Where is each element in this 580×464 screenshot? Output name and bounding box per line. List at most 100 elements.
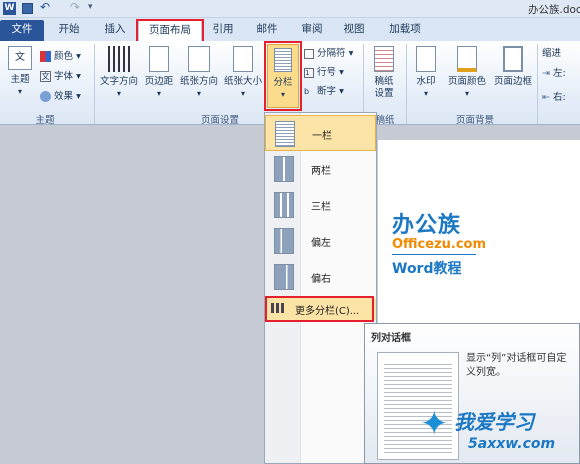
- effects-icon: [40, 91, 51, 102]
- hyphenation-button[interactable]: b 断字 ▾: [304, 85, 344, 99]
- effects-button[interactable]: 效果 ▾: [40, 90, 81, 104]
- menu-item-right[interactable]: 偏右: [265, 259, 376, 295]
- tab-mailings[interactable]: 邮件: [250, 20, 284, 41]
- orientation-button[interactable]: 纸张方向 ▾: [177, 46, 221, 100]
- brand-subtitle: Word教程: [392, 261, 462, 277]
- fonts-button[interactable]: 文 字体 ▾: [40, 70, 81, 84]
- tab-file[interactable]: 文件: [0, 20, 44, 41]
- colors-dropdown-icon: ▾: [73, 51, 81, 62]
- orientation-label: 纸张方向: [179, 76, 218, 87]
- size-label: 纸张大小: [223, 76, 262, 87]
- watermark-text: 我爱学习: [454, 410, 534, 434]
- menu-item-two-columns[interactable]: 两栏: [265, 151, 376, 187]
- save-icon[interactable]: [22, 3, 33, 14]
- watermark-button[interactable]: 水印 ▾: [410, 46, 442, 100]
- tab-review[interactable]: 审阅: [295, 20, 329, 41]
- colors-button[interactable]: 颜色 ▾: [40, 50, 81, 64]
- fonts-dropdown-icon: ▾: [73, 71, 81, 82]
- themes-dropdown-icon: ▾: [17, 87, 22, 96]
- colors-label: 颜色: [54, 51, 74, 62]
- size-button[interactable]: 纸张大小 ▾: [221, 46, 265, 100]
- page-background-group-label: 页面背景: [455, 115, 494, 126]
- menu-item-one-column[interactable]: 一栏: [265, 115, 376, 151]
- line-numbers-dropdown-icon: ▾: [336, 67, 344, 78]
- theme-group-label: 主题: [35, 115, 55, 126]
- colors-icon: [40, 51, 51, 62]
- indent-label: 缩进: [542, 48, 562, 59]
- indent-right-icon: ⇤: [542, 92, 550, 103]
- group-separator: [94, 44, 95, 124]
- text-direction-icon: [108, 46, 130, 72]
- menu-item-label: 三栏: [311, 202, 331, 213]
- indent-right-label: 右:: [553, 92, 566, 103]
- right-column-icon: [274, 264, 294, 290]
- margins-icon: [149, 46, 169, 72]
- window-title: 办公族.doc: [528, 4, 580, 16]
- orientation-dropdown-icon: ▾: [196, 89, 201, 98]
- text-direction-label: 文字方向: [99, 76, 138, 87]
- menu-item-three-columns[interactable]: 三栏: [265, 187, 376, 223]
- indent-left-icon: ⇥: [542, 68, 550, 79]
- brand-divider: [392, 254, 476, 255]
- effects-dropdown-icon: ▾: [73, 91, 81, 102]
- margins-dropdown-icon: ▾: [156, 89, 161, 98]
- tab-addins[interactable]: 加载项: [381, 20, 429, 41]
- indent-left[interactable]: ⇥ 左:: [542, 67, 566, 81]
- title-bar: W ↶ ↷ ▾ 办公族.doc: [0, 0, 580, 18]
- page-color-button[interactable]: 页面颜色 ▾: [444, 46, 490, 100]
- indent-right[interactable]: ⇤ 右:: [542, 91, 566, 105]
- line-numbers-button[interactable]: 1 行号 ▾: [304, 66, 344, 80]
- text-direction-button[interactable]: 文字方向 ▾: [97, 46, 141, 100]
- word-icon[interactable]: W: [3, 2, 16, 15]
- menu-item-label: 两栏: [311, 166, 331, 177]
- site-watermark: ✦ 我爱学习 5axxw.com: [420, 400, 580, 464]
- page-border-icon: [503, 46, 523, 72]
- indent-left-label: 左:: [553, 68, 566, 79]
- three-columns-icon: [274, 192, 294, 218]
- tab-home[interactable]: 开始: [50, 20, 88, 41]
- themes-button[interactable]: 文 主题 ▾: [5, 46, 35, 98]
- menu-item-label: 一栏: [312, 131, 332, 142]
- line-numbers-icon: 1: [304, 67, 314, 78]
- menu-item-left[interactable]: 偏左: [265, 223, 376, 259]
- text-direction-dropdown-icon: ▾: [116, 89, 121, 98]
- quick-access-dropdown-icon[interactable]: ▾: [88, 2, 93, 12]
- page-setup-group-label: 页面设置: [200, 115, 239, 126]
- breaks-dropdown-icon: ▾: [345, 48, 354, 59]
- size-dropdown-icon: ▾: [240, 89, 245, 98]
- undo-icon[interactable]: ↶: [40, 0, 50, 14]
- hyphenation-icon: b: [304, 86, 310, 96]
- draft-label: 稿纸 设置: [374, 76, 394, 99]
- group-separator: [537, 44, 538, 124]
- tooltip-title: 列对话框: [371, 333, 411, 344]
- tab-references[interactable]: 引用: [206, 20, 240, 41]
- columns-dropdown-menu: 一栏 两栏 三栏 偏左 偏右 更多分栏(C)...: [264, 112, 377, 464]
- page-color-icon: [457, 46, 477, 72]
- watermark-dropdown-icon: ▾: [423, 89, 428, 98]
- draft-settings-button[interactable]: 稿纸 设置: [366, 46, 402, 100]
- fonts-icon: 文: [40, 71, 51, 82]
- page-border-label: 页面边框: [493, 76, 532, 87]
- tab-insert[interactable]: 插入: [96, 20, 134, 41]
- more-columns-highlight: [265, 296, 374, 322]
- page-border-button[interactable]: 页面边框: [491, 46, 535, 88]
- menu-item-label: 偏右: [311, 274, 331, 285]
- hyphenation-dropdown-icon: ▾: [336, 86, 344, 97]
- breaks-label: 分隔符: [317, 48, 346, 59]
- columns-button-highlight: [264, 41, 302, 111]
- effects-label: 效果: [54, 91, 74, 102]
- menu-item-label: 偏左: [311, 238, 331, 249]
- brand-logo-cn: 办公族: [392, 213, 462, 238]
- fonts-label: 字体: [54, 71, 74, 82]
- redo-icon[interactable]: ↷: [70, 0, 80, 14]
- margins-button[interactable]: 页边距 ▾: [142, 46, 176, 100]
- themes-label: 主题: [10, 74, 30, 85]
- brand-url: Officezu.com: [392, 237, 487, 252]
- breaks-icon: [304, 48, 314, 59]
- tooltip-body: 显示“列”对话框可自定义列宽。: [466, 353, 567, 378]
- line-numbers-label: 行号: [317, 67, 337, 78]
- tab-view[interactable]: 视图: [337, 20, 371, 41]
- one-column-icon: [275, 121, 295, 147]
- margins-label: 页边距: [144, 76, 174, 87]
- breaks-button[interactable]: 分隔符 ▾: [304, 47, 353, 61]
